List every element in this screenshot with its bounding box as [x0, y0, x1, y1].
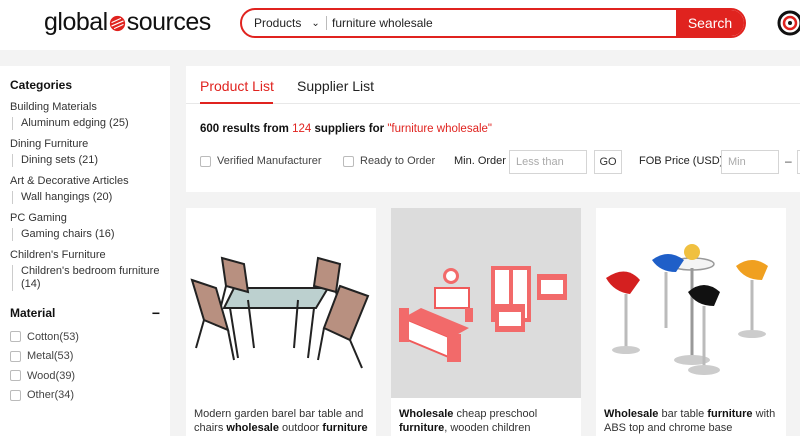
- fob-min-input[interactable]: [721, 150, 779, 174]
- category-link[interactable]: Building Materials: [10, 100, 160, 114]
- fob-price-label: FOB Price (USD): [639, 155, 724, 167]
- results-summary: 600 results from 124 suppliers for "furn…: [200, 123, 492, 135]
- product-card[interactable]: Wholesale bar table furniture with ABS t…: [596, 208, 786, 436]
- min-order-input[interactable]: [509, 150, 587, 174]
- results-count: 600: [200, 123, 220, 135]
- category-group: PC Gaming Gaming chairs (16): [10, 211, 160, 241]
- subcategory-link[interactable]: Children's bedroom furniture (14): [12, 265, 160, 291]
- active-tab-indicator: [200, 102, 273, 104]
- product-description[interactable]: Modern garden barel bar table and chairs…: [194, 407, 368, 435]
- material-option-label: Metal(53): [27, 350, 74, 363]
- suppliers-count: 124: [292, 123, 312, 135]
- tab-product-list[interactable]: Product List: [200, 78, 274, 94]
- search-input[interactable]: [332, 10, 672, 36]
- price-range-dash: –: [785, 154, 792, 168]
- material-header[interactable]: Material −: [10, 305, 160, 321]
- checkbox[interactable]: [10, 331, 21, 343]
- product-card[interactable]: Wholesale cheap preschool furniture, woo…: [391, 208, 581, 436]
- product-image[interactable]: [391, 208, 581, 398]
- material-option-label: Cotton(53): [27, 330, 79, 343]
- desc-keyword: Wholesale: [604, 408, 659, 420]
- site-logo[interactable]: global sources: [44, 8, 211, 37]
- search-bar: Products ⌄ Search: [240, 8, 746, 38]
- min-order-label: Min. Order: [454, 155, 506, 167]
- results-from-text: results from: [222, 123, 289, 135]
- desc-text: outdoor: [278, 422, 323, 434]
- filter-bar: Verified Manufacturer Ready to Order Min…: [200, 150, 800, 174]
- category-group: Building Materials Aluminum edging (25): [10, 100, 160, 130]
- product-description[interactable]: Wholesale cheap preschool furniture, woo…: [399, 407, 573, 436]
- checkbox[interactable]: [10, 389, 21, 401]
- desc-text: bar table: [658, 408, 708, 420]
- results-panel: Product List Supplier List 600 results f…: [186, 66, 800, 192]
- category-group: Dining Furniture Dining sets (21): [10, 137, 160, 167]
- logo-mark-icon: [109, 15, 125, 32]
- verified-manufacturer-filter[interactable]: Verified Manufacturer: [200, 155, 322, 167]
- filter-sidebar: Categories Building Materials Aluminum e…: [0, 66, 170, 436]
- checkbox[interactable]: [10, 370, 21, 382]
- chevron-down-icon: ⌄: [311, 17, 320, 29]
- ready-to-order-filter[interactable]: Ready to Order: [343, 155, 435, 167]
- category-group: Art & Decorative Articles Wall hangings …: [10, 174, 160, 204]
- logo-text-global: global: [44, 8, 108, 36]
- go-button[interactable]: GO: [594, 150, 622, 174]
- subcategory-link[interactable]: Aluminum edging (25): [12, 117, 160, 130]
- header: global sources Products ⌄ Search: [0, 0, 800, 50]
- checkbox[interactable]: [200, 155, 211, 167]
- product-description[interactable]: Wholesale bar table furniture with ABS t…: [604, 407, 778, 435]
- category-group: Children's Furniture Children's bedroom …: [10, 248, 160, 291]
- ready-to-order-label: Ready to Order: [360, 155, 436, 167]
- tab-supplier-list[interactable]: Supplier List: [297, 78, 374, 94]
- product-image[interactable]: [596, 208, 786, 398]
- search-category-select[interactable]: Products ⌄: [242, 10, 326, 36]
- product-image[interactable]: [186, 208, 376, 398]
- desc-keyword: wholesale: [226, 422, 279, 434]
- material-option-label: Wood(39): [27, 369, 76, 382]
- desc-keyword: Wholesale: [399, 408, 454, 420]
- material-option[interactable]: Metal(53): [10, 347, 160, 367]
- categories-title: Categories: [10, 78, 73, 92]
- desc-text: cheap preschool: [453, 408, 538, 420]
- category-link[interactable]: Dining Furniture: [10, 137, 160, 151]
- material-title: Material: [10, 306, 56, 320]
- product-card[interactable]: Modern garden barel bar table and chairs…: [186, 208, 376, 436]
- desc-keyword: furniture: [707, 408, 753, 420]
- search-divider: [326, 16, 327, 30]
- desc-keyword: furniture: [399, 422, 445, 434]
- checkbox[interactable]: [343, 155, 354, 167]
- search-query-text: "furniture wholesale": [387, 123, 493, 135]
- category-link[interactable]: Children's Furniture: [10, 248, 160, 262]
- material-option[interactable]: Wood(39): [10, 366, 160, 386]
- category-link[interactable]: PC Gaming: [10, 211, 160, 225]
- collapse-icon[interactable]: −: [152, 305, 160, 321]
- subcategory-link[interactable]: Wall hangings (20): [12, 191, 160, 204]
- material-option[interactable]: Other(34): [10, 386, 160, 406]
- checkbox[interactable]: [10, 350, 21, 362]
- material-option-label: Other(34): [27, 389, 75, 402]
- subcategory-link[interactable]: Dining sets (21): [12, 154, 160, 167]
- notification-ring-icon[interactable]: [776, 9, 800, 37]
- search-button[interactable]: Search: [676, 10, 744, 36]
- search-category-label: Products: [254, 16, 302, 30]
- verified-manufacturer-label: Verified Manufacturer: [217, 155, 322, 167]
- logo-text-sources: sources: [126, 8, 212, 36]
- desc-keyword: furniture: [322, 422, 368, 434]
- material-option[interactable]: Cotton(53): [10, 327, 160, 347]
- tab-bar: Product List Supplier List: [186, 66, 800, 104]
- category-link[interactable]: Art & Decorative Articles: [10, 174, 160, 188]
- suppliers-for-text: suppliers for: [314, 123, 385, 135]
- subcategory-link[interactable]: Gaming chairs (16): [12, 228, 160, 241]
